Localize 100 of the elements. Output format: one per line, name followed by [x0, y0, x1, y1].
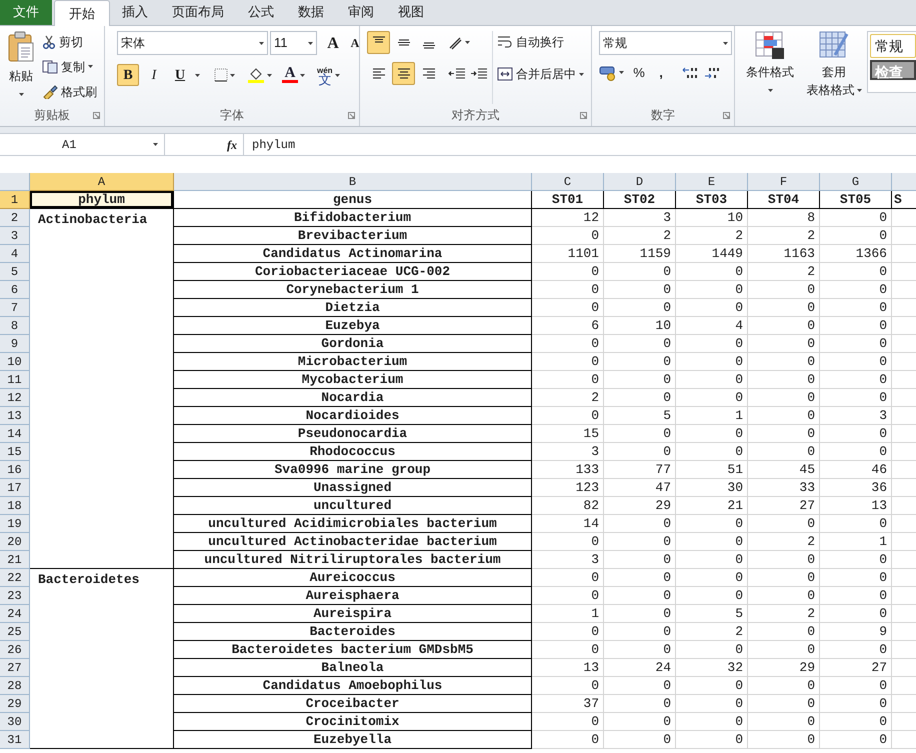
value-cell: 0 [820, 731, 892, 749]
underline-button[interactable]: U [169, 64, 191, 86]
row-header[interactable]: 1 [0, 191, 30, 209]
column-header[interactable]: A [30, 173, 174, 191]
conditional-format-icon [755, 31, 785, 61]
dialog-launcher-icon [348, 112, 355, 119]
borders-icon [214, 68, 228, 82]
row-header[interactable]: 25 [0, 623, 30, 641]
row-header[interactable]: 12 [0, 389, 30, 407]
row-header[interactable]: 17 [0, 479, 30, 497]
column-header[interactable]: E [676, 173, 748, 191]
font-size-field[interactable]: 11 [270, 31, 317, 55]
formula-field[interactable]: phylum [244, 134, 916, 155]
align-top-button[interactable] [367, 31, 390, 54]
row-header[interactable]: 20 [0, 533, 30, 551]
value-cell: 0 [820, 551, 892, 569]
money-icon [599, 64, 617, 81]
bold-button[interactable]: B [117, 64, 139, 86]
cell-style[interactable]: 常规 [870, 34, 916, 58]
row-header[interactable]: 15 [0, 443, 30, 461]
ribbon-tab[interactable]: 页面布局 [160, 0, 236, 25]
column-header[interactable]: B [174, 173, 532, 191]
column-header[interactable]: G [820, 173, 892, 191]
format-as-table-button[interactable]: 套用 表格格式 [805, 31, 863, 99]
format-painter-button[interactable]: 格式刷 [42, 81, 97, 102]
value-cell: 0 [532, 407, 604, 425]
phonetic-button[interactable]: wén 文 [317, 66, 340, 84]
insert-function-button[interactable]: fx [227, 136, 237, 154]
value-cell: 2 [604, 227, 676, 245]
row-header[interactable]: 8 [0, 317, 30, 335]
column-header[interactable]: C [532, 173, 604, 191]
row-header[interactable]: 13 [0, 407, 30, 425]
merge-center-button[interactable]: 合并后居中 [497, 63, 584, 85]
ribbon-tab[interactable]: 公式 [236, 0, 286, 25]
row-header[interactable]: 21 [0, 551, 30, 569]
ribbon-tab[interactable]: 开始 [54, 0, 110, 26]
row-header[interactable]: 2 [0, 209, 30, 227]
column-header[interactable]: D [604, 173, 676, 191]
wrap-text-button[interactable]: 自动换行 [497, 31, 584, 53]
row-header[interactable]: 11 [0, 371, 30, 389]
dropdown-caret-icon [88, 65, 93, 68]
align-right-icon [422, 68, 434, 79]
shrink-font-button[interactable]: A [346, 32, 364, 54]
value-cell: 2 [676, 227, 748, 245]
row-header[interactable]: 6 [0, 281, 30, 299]
row-header[interactable]: 14 [0, 425, 30, 443]
row-header[interactable]: 28 [0, 677, 30, 695]
row-header[interactable]: 7 [0, 299, 30, 317]
italic-button[interactable]: I [143, 64, 165, 86]
name-box[interactable]: A1 [0, 134, 165, 155]
genus-cell: Balneola [174, 659, 532, 677]
merge-cells-icon [497, 67, 513, 81]
value-cell: 0 [748, 317, 820, 335]
grow-font-button[interactable]: A [322, 32, 344, 54]
paste-button[interactable]: 粘贴 [4, 31, 38, 104]
row-header[interactable]: 31 [0, 731, 30, 749]
row-header[interactable]: 30 [0, 713, 30, 731]
row-header[interactable]: 3 [0, 227, 30, 245]
ribbon-tab[interactable]: 数据 [286, 0, 336, 25]
file-tab[interactable]: 文件 [0, 0, 52, 25]
row-header[interactable]: 26 [0, 641, 30, 659]
currency-button[interactable] [599, 64, 624, 81]
row-header[interactable]: 22 [0, 569, 30, 587]
row-header[interactable]: 9 [0, 335, 30, 353]
value-cell: 0 [748, 731, 820, 749]
row-header[interactable]: 16 [0, 461, 30, 479]
font-name-field[interactable]: 宋体 [117, 31, 268, 55]
value-cell: 47 [604, 479, 676, 497]
row-header[interactable]: 5 [0, 263, 30, 281]
row-header[interactable]: 18 [0, 497, 30, 515]
row-header[interactable]: 10 [0, 353, 30, 371]
row-header[interactable]: 27 [0, 659, 30, 677]
column-header[interactable]: F [748, 173, 820, 191]
value-cell: 0 [748, 695, 820, 713]
orientation-button[interactable] [448, 36, 470, 50]
comma-style-button[interactable]: , [654, 63, 668, 82]
copy-button[interactable]: 复制 [42, 56, 97, 77]
percent-button[interactable]: % [630, 63, 648, 82]
genus-cell: Pseudonocardia [174, 425, 532, 443]
value-cell: 0 [748, 623, 820, 641]
ribbon-tab[interactable]: 插入 [110, 0, 160, 25]
value-cell: 0 [532, 569, 604, 587]
cut-button[interactable]: 剪切 [42, 31, 97, 52]
row-header[interactable]: 29 [0, 695, 30, 713]
borders-button[interactable] [214, 68, 235, 82]
row-header[interactable]: 24 [0, 605, 30, 623]
row-header[interactable]: 19 [0, 515, 30, 533]
conditional-formatting-button[interactable]: 条件格式 [739, 31, 801, 92]
ribbon-tab[interactable]: 审阅 [336, 0, 386, 25]
value-cell: 2 [676, 623, 748, 641]
fill-color-button[interactable] [247, 67, 272, 83]
font-color-button[interactable]: A [282, 67, 305, 83]
value-cell: 0 [676, 389, 748, 407]
ribbon-tab[interactable]: 视图 [386, 0, 436, 25]
genus-cell: Euzebyella [174, 731, 532, 749]
align-center-button[interactable] [392, 62, 415, 85]
number-format-field[interactable]: 常规 [599, 31, 732, 55]
row-header[interactable]: 23 [0, 587, 30, 605]
row-header[interactable]: 4 [0, 245, 30, 263]
value-cell: 2 [748, 533, 820, 551]
